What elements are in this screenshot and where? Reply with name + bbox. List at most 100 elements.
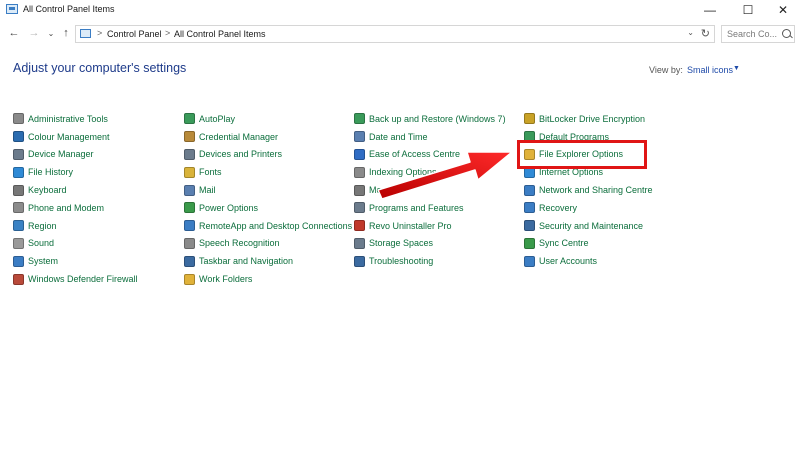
item-label[interactable]: AutoPlay (199, 114, 235, 124)
item-label[interactable]: Power Options (199, 203, 258, 213)
address-bar[interactable]: > Control Panel > All Control Panel Item… (75, 25, 715, 43)
breadcrumb-control-panel[interactable]: Control Panel (107, 29, 162, 39)
search-input[interactable]: Search Co... (721, 25, 795, 43)
control-panel-item[interactable]: Credential Manager (184, 128, 352, 146)
recovery-icon (524, 202, 535, 214)
control-panel-item[interactable]: Programs and Features (354, 199, 506, 217)
control-panel-item[interactable]: Work Folders (184, 270, 352, 288)
control-panel-item[interactable]: Date and Time (354, 128, 506, 146)
item-label[interactable]: Storage Spaces (369, 238, 433, 248)
item-label[interactable]: Region (28, 221, 57, 231)
up-arrow-icon[interactable]: ↑ (58, 25, 74, 41)
search-icon[interactable] (782, 29, 791, 38)
highlight-box (517, 140, 647, 169)
item-label[interactable]: Administrative Tools (28, 114, 108, 124)
control-panel-item[interactable]: Fonts (184, 163, 352, 181)
power-options-icon (184, 202, 195, 214)
item-label[interactable]: Taskbar and Navigation (199, 256, 293, 266)
item-label[interactable]: Programs and Features (369, 203, 464, 213)
title-bar[interactable]: All Control Panel Items — ☐ ✕ (0, 0, 800, 20)
control-panel-item[interactable]: Sync Centre (524, 235, 653, 253)
item-label[interactable]: Mail (199, 185, 216, 195)
item-label[interactable]: Credential Manager (199, 132, 278, 142)
breadcrumb-separator[interactable]: > (97, 28, 102, 38)
chevron-down-icon[interactable]: ▼ (733, 65, 740, 72)
control-panel-item[interactable]: File History (13, 163, 138, 181)
control-panel-item[interactable]: AutoPlay (184, 110, 352, 128)
view-by-label: View by: (649, 65, 683, 75)
taskbar-icon (184, 255, 195, 267)
item-label[interactable]: Security and Maintenance (539, 221, 643, 231)
item-label[interactable]: Sound (28, 238, 54, 248)
item-label[interactable]: Phone and Modem (28, 203, 104, 213)
control-panel-item[interactable]: Network and Sharing Centre (524, 181, 653, 199)
control-panel-item[interactable]: Storage Spaces (354, 235, 506, 253)
control-panel-item[interactable]: Colour Management (13, 128, 138, 146)
item-label[interactable]: Sync Centre (539, 238, 589, 248)
item-label[interactable]: Devices and Printers (199, 149, 282, 159)
item-label[interactable]: Back up and Restore (Windows 7) (369, 114, 506, 124)
item-label[interactable]: Indexing Options (369, 167, 437, 177)
item-label[interactable]: Work Folders (199, 274, 252, 284)
control-panel-item[interactable]: Region (13, 217, 138, 235)
control-panel-item[interactable]: Taskbar and Navigation (184, 252, 352, 270)
control-panel-item[interactable]: System (13, 252, 138, 270)
control-panel-item[interactable]: Revo Uninstaller Pro (354, 217, 506, 235)
item-label[interactable]: File History (28, 167, 73, 177)
control-panel-item[interactable]: Back up and Restore (Windows 7) (354, 110, 506, 128)
minimize-button[interactable]: — (692, 0, 728, 20)
item-label[interactable]: Date and Time (369, 132, 428, 142)
control-panel-item[interactable]: Sound (13, 235, 138, 253)
control-panel-item[interactable]: Device Manager (13, 146, 138, 164)
item-label[interactable]: RemoteApp and Desktop Connections (199, 221, 352, 231)
close-button[interactable]: ✕ (765, 0, 800, 20)
breadcrumb-all-items[interactable]: All Control Panel Items (174, 29, 266, 39)
item-label[interactable]: Troubleshooting (369, 256, 433, 266)
item-label[interactable]: Windows Defender Firewall (28, 274, 138, 284)
item-label[interactable]: BitLocker Drive Encryption (539, 114, 645, 124)
item-label[interactable]: Speech Recognition (199, 238, 280, 248)
item-label[interactable]: Device Manager (28, 149, 94, 159)
item-label[interactable]: Network and Sharing Centre (539, 185, 653, 195)
address-dropdown-icon[interactable]: ⌄ (687, 28, 694, 37)
control-panel-item[interactable]: Ease of Access Centre (354, 146, 506, 164)
control-panel-item[interactable]: Phone and Modem (13, 199, 138, 217)
control-panel-item[interactable]: RemoteApp and Desktop Connections (184, 217, 352, 235)
item-label[interactable]: User Accounts (539, 256, 597, 266)
sound-icon (13, 237, 24, 249)
control-panel-item[interactable]: Windows Defender Firewall (13, 270, 138, 288)
control-panel-item[interactable]: Security and Maintenance (524, 217, 653, 235)
control-panel-item[interactable]: Power Options (184, 199, 352, 217)
admin-tools-icon (13, 113, 24, 125)
control-panel-item[interactable]: Administrative Tools (13, 110, 138, 128)
control-panel-item[interactable]: Recovery (524, 199, 653, 217)
recent-locations-icon[interactable]: ⌄ (43, 25, 59, 41)
control-panel-icon (80, 29, 91, 38)
item-label[interactable]: Keyboard (28, 185, 67, 195)
system-icon (13, 255, 24, 267)
control-panel-item[interactable]: Troubleshooting (354, 252, 506, 270)
work-folders-icon (184, 273, 195, 285)
control-panel-item[interactable]: Mouse (354, 181, 506, 199)
control-panel-item[interactable]: BitLocker Drive Encryption (524, 110, 653, 128)
control-panel-item[interactable]: User Accounts (524, 252, 653, 270)
view-by-dropdown[interactable]: Small icons (687, 65, 733, 75)
control-panel-item[interactable]: Indexing Options (354, 163, 506, 181)
breadcrumb-separator[interactable]: > (165, 28, 170, 38)
back-arrow-icon[interactable]: ← (6, 25, 22, 41)
item-label[interactable]: Ease of Access Centre (369, 149, 460, 159)
control-panel-item[interactable]: Mail (184, 181, 352, 199)
control-panel-item[interactable]: Devices and Printers (184, 146, 352, 164)
maximize-button[interactable]: ☐ (730, 0, 766, 20)
programs-features-icon (354, 202, 365, 214)
item-label[interactable]: Colour Management (28, 132, 110, 142)
refresh-icon[interactable]: ↻ (701, 27, 710, 40)
item-label[interactable]: Mouse (369, 185, 396, 195)
item-label[interactable]: Fonts (199, 167, 222, 177)
item-label[interactable]: System (28, 256, 58, 266)
control-panel-item[interactable]: Keyboard (13, 181, 138, 199)
forward-arrow-icon[interactable]: → (26, 25, 42, 41)
item-label[interactable]: Recovery (539, 203, 577, 213)
control-panel-item[interactable]: Speech Recognition (184, 235, 352, 253)
item-label[interactable]: Revo Uninstaller Pro (369, 221, 452, 231)
